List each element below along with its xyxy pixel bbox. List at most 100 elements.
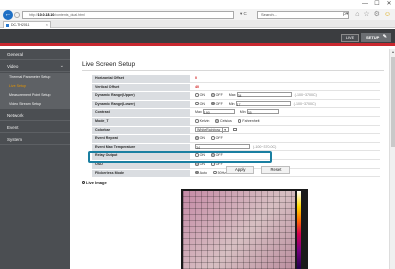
thermal-image bbox=[183, 191, 295, 269]
colorbar-checkbox[interactable] bbox=[233, 127, 237, 132]
forward-icon[interactable] bbox=[14, 12, 20, 18]
tab-bar: DC-TH2011 × bbox=[0, 20, 395, 28]
scroll-up-icon[interactable]: ▴ bbox=[390, 49, 395, 54]
row-label: Contrast bbox=[92, 109, 190, 117]
sidebar: General Video ⌄ Thermal Parameter Setup L… bbox=[0, 49, 70, 269]
row-mode-t: Mode_T Kelvin Celsius Fahrenheit bbox=[92, 118, 380, 126]
radio-label: Celsius bbox=[219, 119, 232, 123]
flicker-auto-radio[interactable] bbox=[195, 170, 199, 175]
browser-toolbar: ← http://10.0.18.10/contents_dual.html ▾… bbox=[0, 9, 395, 20]
event-max-temperature-highlight bbox=[88, 151, 272, 163]
range-hint: (-100~3700C) bbox=[293, 101, 316, 106]
back-arrow-icon[interactable]: ← bbox=[3, 10, 13, 20]
live-image-heading: Live Image bbox=[82, 180, 107, 185]
form-actions: Apply Reset bbox=[226, 166, 291, 174]
setup-button[interactable]: SETUP ✎ bbox=[361, 33, 391, 42]
sidebar-subitem-thermal-parameter[interactable]: Thermal Parameter Setup bbox=[0, 73, 70, 82]
search-input[interactable]: Search... bbox=[257, 11, 349, 19]
sidebar-item-label: General bbox=[7, 52, 24, 57]
contrast-min-input[interactable]: 35 bbox=[246, 109, 279, 115]
row-label: Mode_T bbox=[92, 118, 190, 126]
row-label: Horizontal Offset bbox=[92, 75, 190, 83]
radio-label: Fahrenheit bbox=[242, 119, 260, 123]
event-repeat-off-radio[interactable] bbox=[210, 136, 215, 140]
maximize-button[interactable]: ☐ bbox=[371, 0, 383, 8]
sidebar-item-label: System bbox=[7, 137, 23, 142]
row-vertical-offset: Vertical Offset 40 bbox=[92, 83, 380, 92]
sidebar-subitem-measurement-point[interactable]: Measurement Point Setup bbox=[0, 91, 70, 100]
celsius-radio[interactable] bbox=[215, 118, 219, 123]
row-event-repeat: Event Repeat ON OFF bbox=[92, 135, 380, 143]
tab-title: DC-TH2011 bbox=[11, 23, 30, 27]
url-host: 10.0.18.10 bbox=[37, 13, 55, 17]
row-colorbar: Colorbar WhiteRainbow ▼ bbox=[92, 126, 380, 135]
window-controls: — ☐ ✕ bbox=[359, 0, 395, 9]
chevron-down-icon: ▼ bbox=[222, 127, 227, 133]
sidebar-item-network[interactable]: Network bbox=[0, 110, 70, 121]
row-label: Event Repeat bbox=[92, 135, 190, 143]
sidebar-item-label: Network bbox=[7, 113, 24, 118]
horizontal-offset-value[interactable]: 0 bbox=[195, 76, 197, 80]
home-star-gear-icons[interactable]: ⌂ ☆ ⚙ bbox=[355, 11, 381, 18]
reset-button[interactable]: Reset bbox=[261, 166, 291, 174]
sidebar-item-label: Event bbox=[7, 125, 19, 130]
close-window-button[interactable]: ✕ bbox=[383, 0, 395, 8]
colorbar-select[interactable]: WhiteRainbow ▼ bbox=[195, 126, 230, 133]
min-label: Min bbox=[239, 110, 246, 115]
sidebar-item-general[interactable]: General bbox=[0, 49, 70, 60]
range-hint: (-100~370.0C) bbox=[253, 144, 277, 149]
sidebar-item-video[interactable]: Video ⌄ bbox=[0, 61, 70, 72]
page-title: Live Screen Setup bbox=[82, 61, 136, 68]
vertical-offset-value[interactable]: 40 bbox=[195, 85, 199, 89]
chevron-down-icon: ⌄ bbox=[59, 63, 64, 69]
radio-label: ON bbox=[199, 101, 205, 106]
dyn-upper-max-input[interactable]: 34 bbox=[236, 92, 292, 98]
sidebar-item-event[interactable]: Event bbox=[0, 122, 70, 133]
scrollbar-thumb[interactable] bbox=[391, 57, 395, 147]
event-max-temperature-input[interactable]: 34 bbox=[195, 143, 250, 150]
feedback-icon[interactable]: ☺ bbox=[384, 11, 392, 18]
dyn-lower-min-input[interactable]: 17 bbox=[235, 100, 291, 107]
min-label: Min bbox=[228, 101, 235, 106]
wrench-icon: ✎ bbox=[382, 34, 387, 40]
favicon-icon bbox=[6, 23, 9, 27]
radio-label: OFF bbox=[215, 93, 223, 98]
address-bar[interactable]: http://10.0.18.10/contents_dual.html bbox=[22, 11, 234, 19]
sidebar-subitem-label: Measurement Point Setup bbox=[9, 93, 51, 97]
search-icon[interactable]: ρ▾ bbox=[343, 11, 348, 17]
contrast-max-input[interactable]: 190 bbox=[202, 109, 235, 116]
fahrenheit-radio[interactable] bbox=[237, 118, 242, 123]
live-button[interactable]: LIVE bbox=[341, 34, 359, 42]
row-label: Dynamic Range(Upper) bbox=[92, 92, 190, 100]
sidebar-subitem-label: Live Setup bbox=[9, 84, 26, 88]
dyn-upper-off-radio[interactable] bbox=[210, 93, 215, 97]
input-value: 34 bbox=[196, 145, 200, 150]
event-repeat-on-radio[interactable] bbox=[195, 136, 199, 140]
row-label: Colorbar bbox=[92, 126, 190, 135]
radio-label: ON bbox=[199, 136, 205, 141]
apply-button[interactable]: Apply bbox=[226, 166, 255, 174]
sidebar-subitem-label: Thermal Parameter Setup bbox=[9, 75, 51, 79]
minimize-button[interactable]: — bbox=[359, 0, 371, 8]
input-value: 17 bbox=[236, 102, 241, 107]
dyn-lower-off-radio[interactable] bbox=[210, 101, 215, 106]
browser-tab[interactable]: DC-TH2011 × bbox=[3, 21, 51, 28]
url-prefix: http:// bbox=[29, 13, 38, 17]
radio-label: OFF bbox=[215, 136, 223, 141]
kelvin-radio[interactable] bbox=[195, 118, 199, 123]
sidebar-subitem-live-setup[interactable]: Live Setup bbox=[0, 82, 70, 91]
tab-close-icon[interactable]: × bbox=[46, 22, 48, 28]
sidebar-item-system[interactable]: System bbox=[0, 134, 70, 145]
radio-label: Auto bbox=[199, 170, 207, 175]
dyn-upper-on-radio[interactable] bbox=[195, 93, 199, 97]
refresh-icon[interactable]: ▾ C bbox=[240, 11, 247, 17]
row-contrast: Contrast Max 190 Min 35 bbox=[92, 109, 380, 117]
page-scrollbar[interactable]: ▴ bbox=[389, 49, 395, 269]
dyn-lower-on-radio[interactable] bbox=[195, 101, 199, 106]
sidebar-subitem-video-stream[interactable]: Video Stream Setup bbox=[0, 100, 70, 109]
live-image-label: Live Image bbox=[86, 180, 107, 185]
input-value: 190 bbox=[203, 111, 210, 116]
browser-toolbar-icons[interactable]: ⌂ ☆ ⚙ ☺ bbox=[355, 10, 392, 18]
url-path: /contents_dual.html bbox=[54, 13, 85, 17]
flicker-50hz-radio[interactable] bbox=[213, 170, 217, 175]
